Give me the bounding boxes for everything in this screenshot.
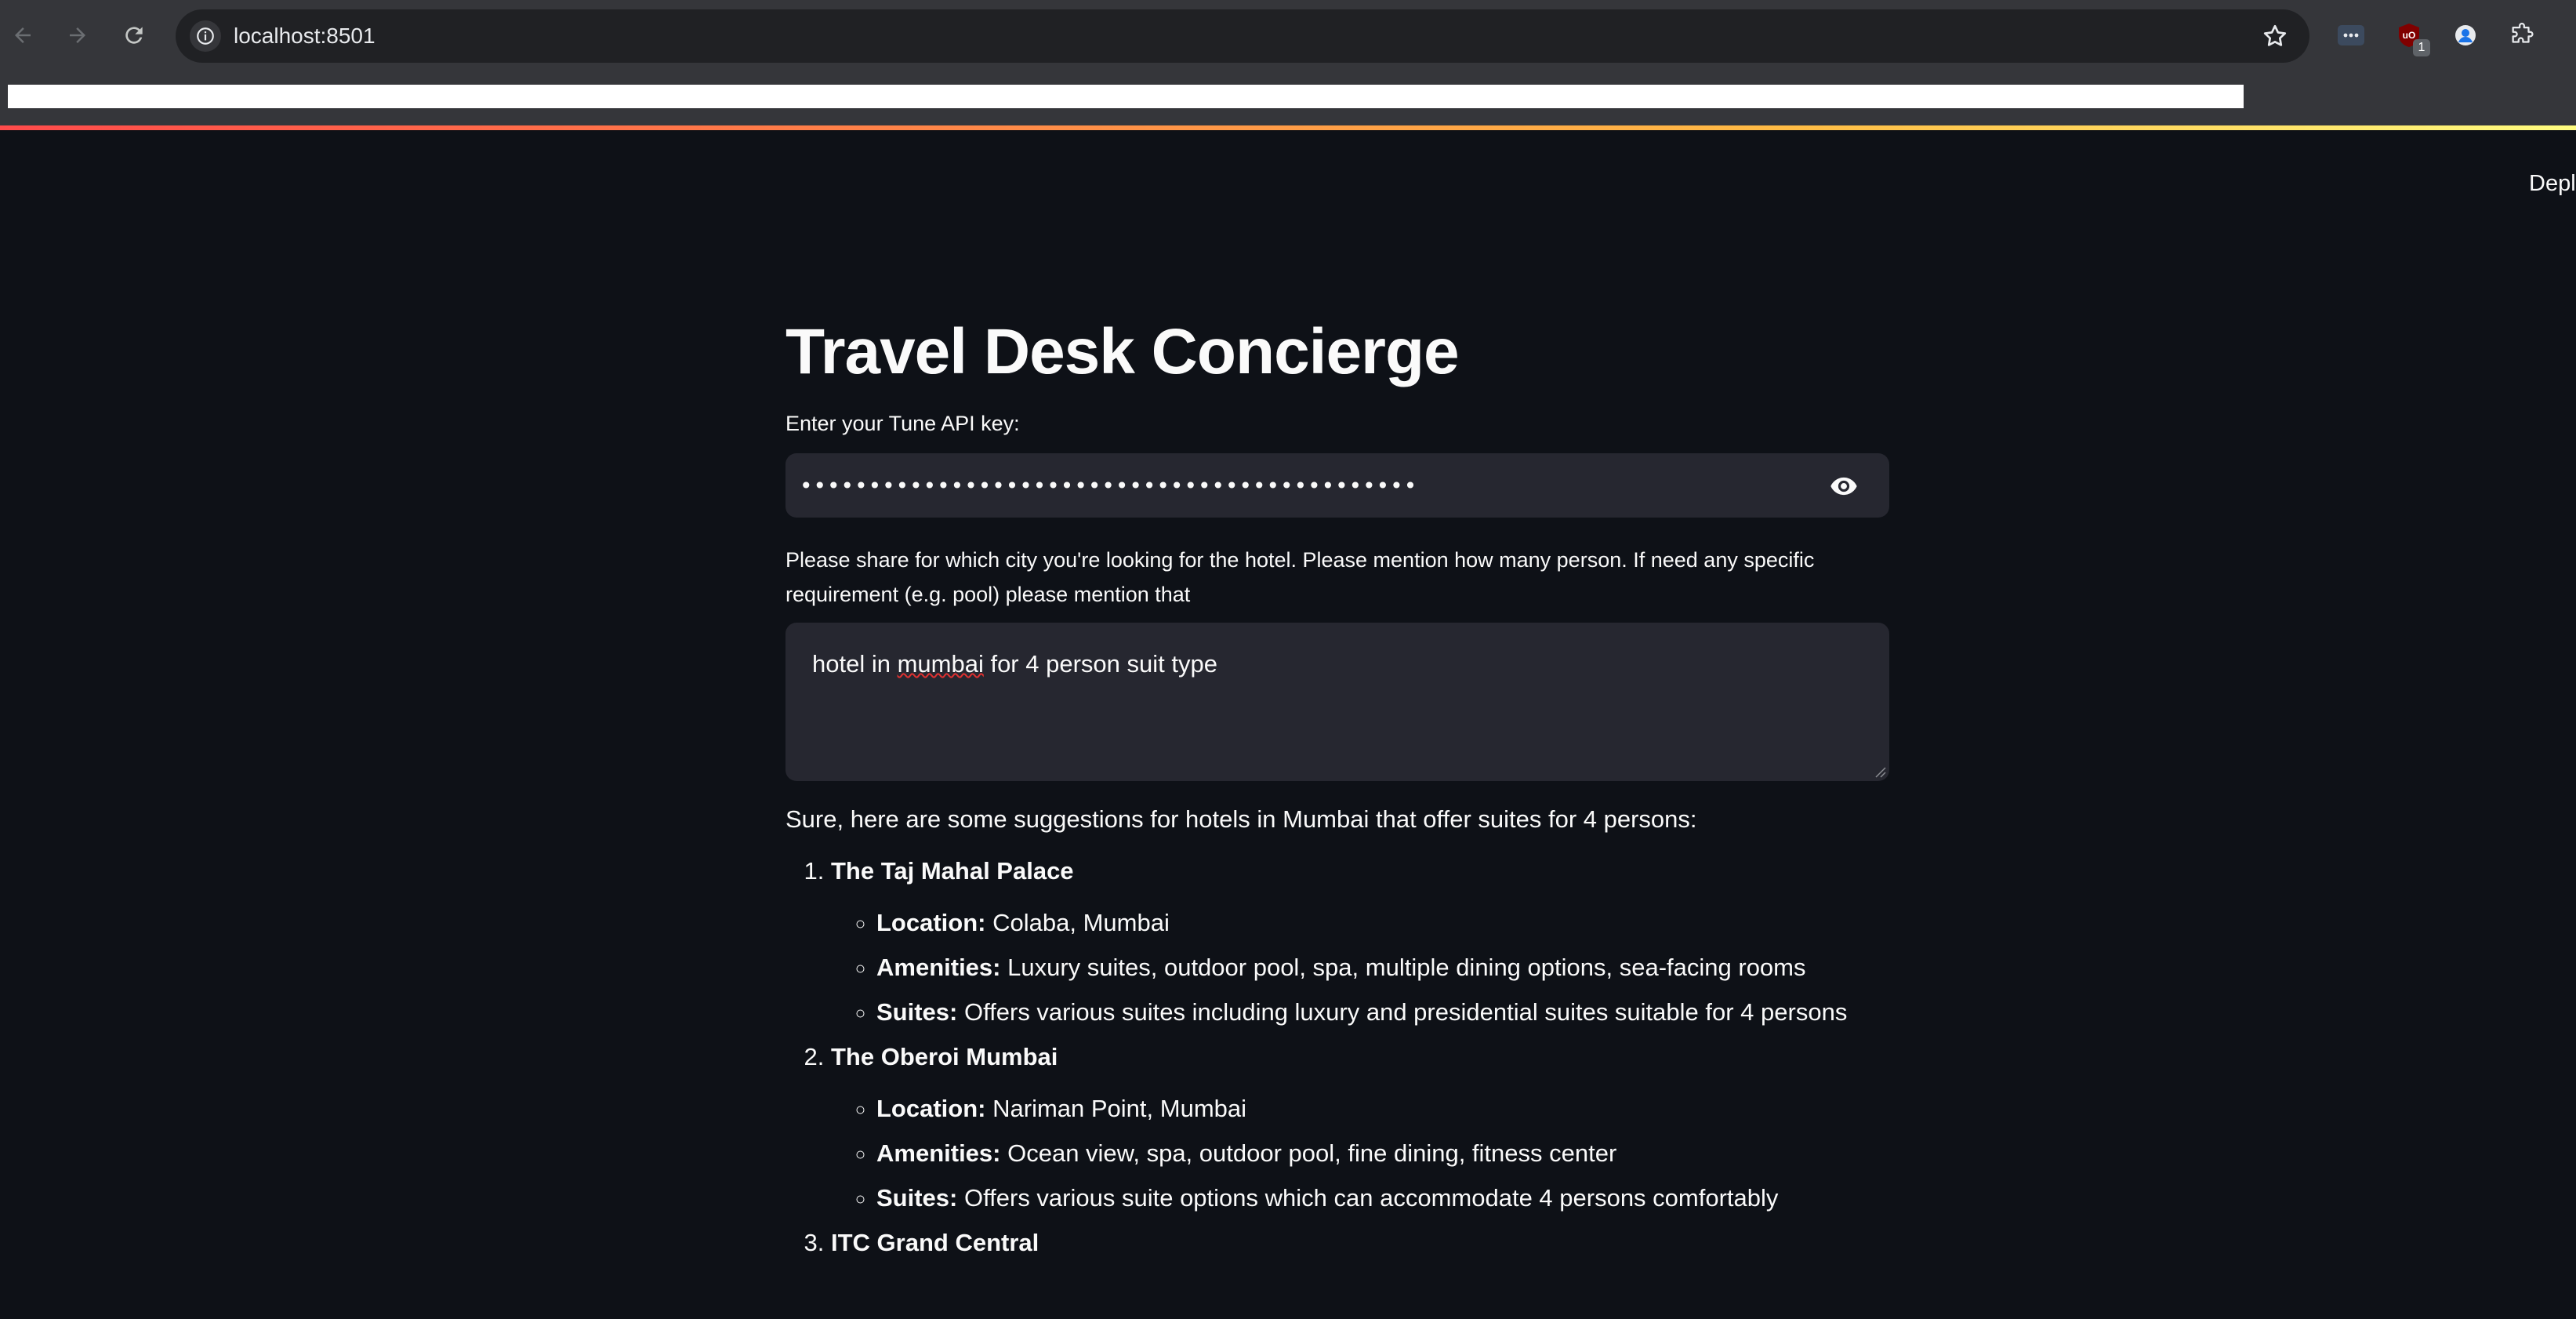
detail-key: Location: [876,909,986,936]
hotel-name: The Taj Mahal Palace [831,857,1074,885]
svg-text:uO: uO [2403,30,2416,41]
reload-button[interactable] [116,17,152,53]
eye-icon [1830,477,1857,496]
detail-value: Nariman Point, Mumbai [985,1095,1247,1122]
back-button[interactable] [5,17,41,53]
hotel-name: ITC Grand Central [831,1229,1039,1256]
hotel-item: ITC Grand Central [831,1225,1889,1261]
show-password-button[interactable] [1827,469,1861,503]
api-key-input[interactable] [785,453,1805,518]
hotel-item: The Oberoi Mumbai Location: Nariman Poin… [831,1039,1889,1216]
extension-menu-icon[interactable] [2335,19,2367,52]
detail-value: Offers various suites including luxury a… [957,998,1848,1026]
hotel-details: Location: Nariman Point, Mumbai Amenitie… [831,1091,1889,1216]
detail-key: Suites: [876,998,958,1026]
detail-key: Location: [876,1095,986,1122]
page-title: Travel Desk Concierge [785,316,1460,387]
detail-item: Amenities: Luxury suites, outdoor pool, … [876,950,1889,986]
bookmark-star-icon[interactable] [2261,22,2289,50]
puzzle-icon [2512,23,2534,43]
detail-item: Location: Colaba, Mumbai [876,905,1889,941]
detail-item: Amenities: Ocean view, spa, outdoor pool… [876,1136,1889,1172]
globe-user-icon [2455,25,2476,45]
streamlit-decoration-line [0,125,2576,130]
deploy-button[interactable]: Deploy [2529,168,2576,199]
browser-toolbar: localhost:8501 uO 1 [0,0,2576,72]
detail-value: Luxury suites, outdoor pool, spa, multip… [1000,954,1806,981]
extensions-puzzle-icon[interactable] [2505,19,2538,52]
ublock-extension-icon[interactable]: uO 1 [2393,19,2430,56]
hotel-item: The Taj Mahal Palace Location: Colaba, M… [831,853,1889,1030]
detail-value: Offers various suite options which can a… [957,1184,1779,1212]
detail-item: Suites: Offers various suites including … [876,994,1889,1030]
query-label: Please share for which city you're looki… [785,548,1815,606]
url-text: localhost:8501 [234,24,376,48]
query-text: hotel in mumbai for 4 person suit type [812,646,1217,682]
query-text-end: for 4 person suit type [983,650,1217,678]
back-arrow-icon [15,27,31,43]
translate-extension-icon[interactable] [2449,19,2482,52]
response-markdown: Sure, here are some suggestions for hote… [785,801,1889,1261]
api-key-field [785,453,1889,518]
hotel-details: Location: Colaba, Mumbai Amenities: Luxu… [831,905,1889,1030]
dots-extension-icon [2338,25,2364,45]
detail-value: Colaba, Mumbai [985,909,1170,936]
extension-badge: 1 [2413,39,2430,56]
detail-key: Amenities: [876,954,1001,981]
hotel-name: The Oberoi Mumbai [831,1043,1058,1070]
bookmark-strip [8,85,2244,108]
forward-button[interactable] [60,17,96,53]
response-intro: Sure, here are some suggestions for hote… [785,805,1697,833]
detail-item: Suites: Offers various suite options whi… [876,1180,1889,1216]
bookmark-bar [0,72,2576,125]
detail-key: Suites: [876,1184,958,1212]
query-text-start: hotel in [812,650,898,678]
browser-window: localhost:8501 uO 1 Deploy Travel Desk C… [0,0,2576,1319]
forward-arrow-icon [70,27,85,43]
query-textarea[interactable]: hotel in mumbai for 4 person suit type [785,623,1889,781]
query-text-misspelled: mumbai [897,650,984,678]
reload-icon [125,27,143,44]
address-bar[interactable]: localhost:8501 [176,9,2309,63]
main-content: Travel Desk Concierge Enter your Tune AP… [785,298,1889,1277]
api-key-label: Enter your Tune API key: [785,412,1020,435]
hotel-list: The Taj Mahal Palace Location: Colaba, M… [785,853,1889,1261]
site-info-icon[interactable] [190,20,221,52]
detail-value: Ocean view, spa, outdoor pool, fine dini… [1000,1139,1617,1167]
resize-grip-icon[interactable] [1872,764,1886,778]
info-icon [197,27,214,45]
detail-key: Amenities: [876,1139,1001,1167]
detail-item: Location: Nariman Point, Mumbai [876,1091,1889,1127]
